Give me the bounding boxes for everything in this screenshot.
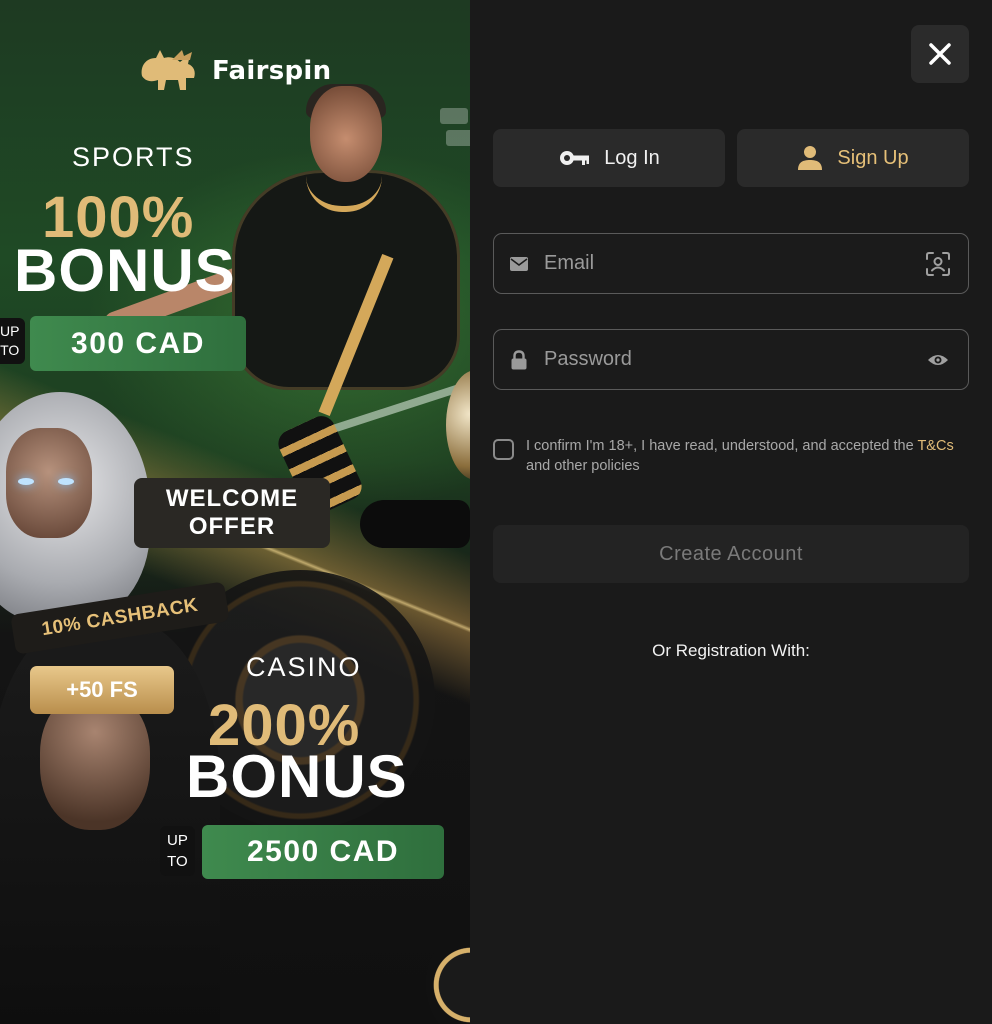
welcome-line1: WELCOME bbox=[165, 485, 299, 512]
lock-icon bbox=[494, 349, 544, 370]
player-boot bbox=[360, 500, 470, 548]
stadium-light bbox=[446, 130, 470, 146]
zeus-eye bbox=[18, 478, 34, 485]
lion-logo-icon bbox=[141, 50, 195, 90]
age-confirm-text: I confirm I'm 18+, I have read, understo… bbox=[526, 436, 969, 476]
casino-upto-badge: UP TO bbox=[160, 826, 195, 876]
stadium-light bbox=[440, 108, 468, 124]
welcome-line2: OFFER bbox=[188, 513, 276, 540]
tab-sign-up[interactable]: Sign Up bbox=[737, 129, 969, 187]
casino-amount: 2500 CAD bbox=[202, 825, 444, 879]
or-registration-with: Or Registration With: bbox=[652, 641, 810, 660]
sports-upto-badge: UP TO bbox=[0, 318, 26, 364]
tab-log-in-label: Log In bbox=[604, 146, 660, 169]
email-field bbox=[493, 233, 969, 294]
promo-banner: Fairspin SPORTS 100% BONUS UP TO 300 CAD… bbox=[0, 0, 470, 1024]
tab-sign-up-label: Sign Up bbox=[837, 146, 909, 169]
auth-modal: Fairspin SPORTS 100% BONUS UP TO 300 CAD… bbox=[0, 0, 992, 1024]
password-field bbox=[493, 329, 969, 390]
age-confirmation: I confirm I'm 18+, I have read, understo… bbox=[493, 436, 969, 476]
upto-line1: UP bbox=[0, 323, 20, 339]
casino-chip bbox=[426, 930, 470, 1024]
close-button[interactable] bbox=[911, 25, 969, 83]
create-account-button[interactable]: Create Account bbox=[493, 525, 969, 583]
zeus-eye bbox=[58, 478, 74, 485]
key-icon bbox=[560, 151, 590, 165]
close-icon bbox=[929, 43, 951, 65]
email-input[interactable] bbox=[544, 234, 908, 293]
sports-amount: 300 CAD bbox=[30, 316, 246, 371]
password-input[interactable] bbox=[544, 330, 908, 389]
envelope-icon bbox=[494, 256, 544, 271]
face-scan-icon[interactable] bbox=[908, 250, 968, 278]
upto-line2: TO bbox=[167, 853, 188, 870]
auth-tabs: Log In Sign Up bbox=[493, 129, 969, 187]
upto-line1: UP bbox=[167, 832, 188, 849]
age-confirm-checkbox[interactable] bbox=[493, 439, 514, 460]
tab-log-in[interactable]: Log In bbox=[493, 129, 725, 187]
casino-bonus: BONUS bbox=[186, 743, 408, 810]
confirm-text-after: and other policies bbox=[526, 458, 640, 474]
user-icon bbox=[798, 146, 823, 170]
upto-line2: TO bbox=[0, 342, 20, 358]
sports-label: SPORTS bbox=[72, 142, 195, 172]
sports-bonus: BONUS bbox=[14, 237, 236, 304]
player-head bbox=[310, 86, 382, 182]
brand-name: Fairspin bbox=[212, 56, 332, 86]
eye-icon[interactable] bbox=[908, 353, 968, 367]
welcome-offer-badge: WELCOME OFFER bbox=[134, 478, 330, 548]
casino-label: CASINO bbox=[246, 652, 362, 682]
free-spins-badge: +50 FS bbox=[30, 666, 174, 714]
brand-logo: Fairspin bbox=[136, 46, 331, 96]
tcs-link[interactable]: T&Cs bbox=[917, 438, 953, 454]
confirm-text-before: I confirm I'm 18+, I have read, understo… bbox=[526, 438, 914, 454]
